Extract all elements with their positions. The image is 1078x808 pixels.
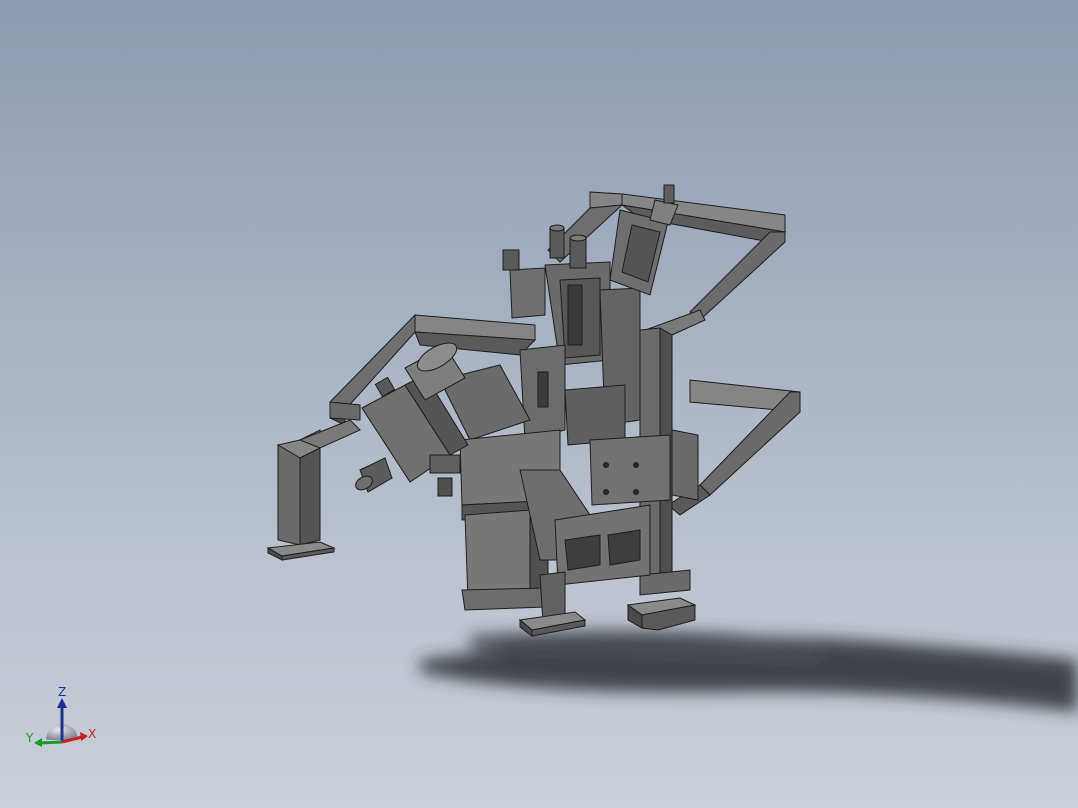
assembly-model[interactable] bbox=[0, 0, 1078, 808]
x-axis-label: X bbox=[88, 727, 96, 741]
view-triad[interactable]: Z X Y bbox=[18, 682, 108, 762]
floor-shadow bbox=[420, 630, 1078, 712]
z-axis-label: Z bbox=[58, 685, 66, 699]
graphics-viewport[interactable]: Z X Y bbox=[0, 0, 1078, 808]
y-axis-label: Y bbox=[25, 731, 34, 745]
